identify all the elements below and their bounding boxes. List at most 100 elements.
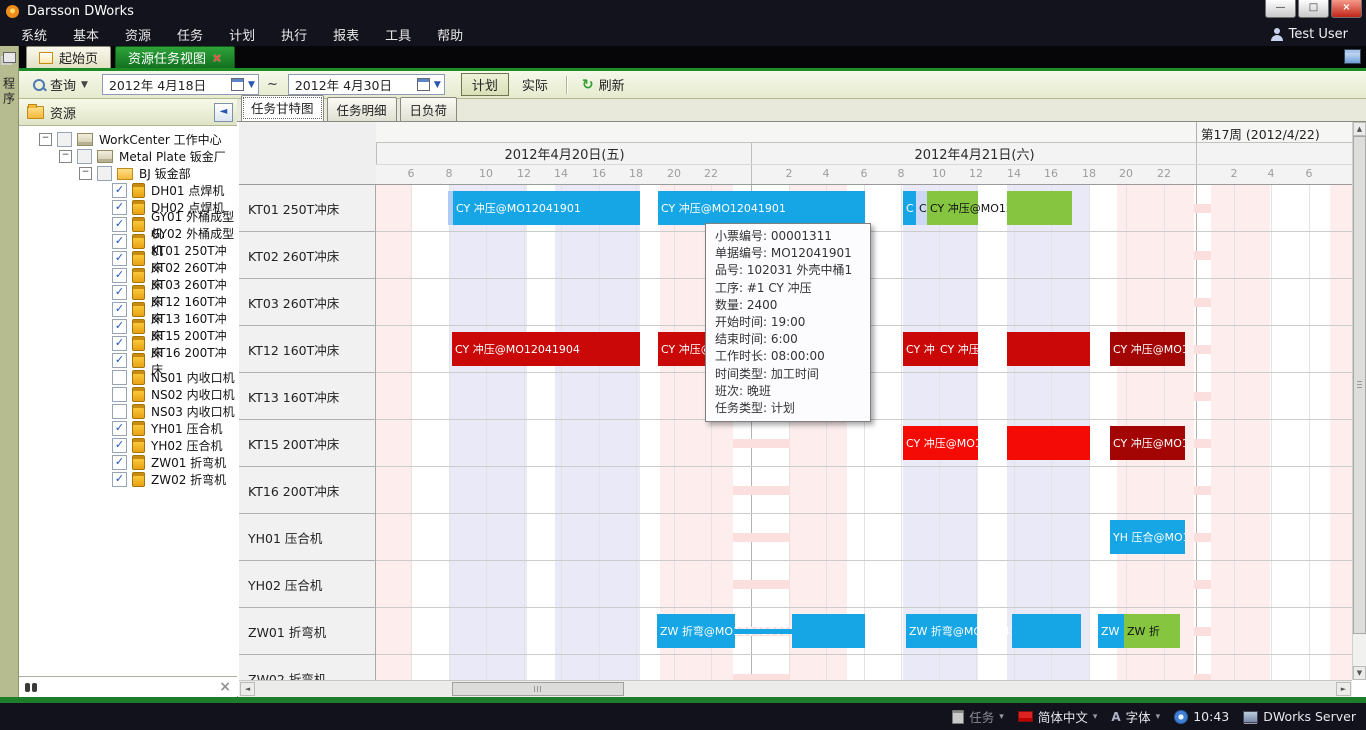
- tree-checkbox[interactable]: ✓: [112, 421, 127, 436]
- task-bar[interactable]: [1007, 332, 1090, 366]
- task-bar[interactable]: C: [903, 191, 916, 225]
- tab-start-page[interactable]: 起始页: [26, 46, 111, 68]
- vertical-scrollbar-thumb[interactable]: [1353, 136, 1366, 634]
- tree-item-kt16[interactable]: ✓KT16 200T冲床: [19, 352, 237, 369]
- task-bar[interactable]: [1007, 426, 1090, 460]
- tree-item-zw02[interactable]: ✓ZW02 折弯机: [19, 471, 237, 488]
- scroll-right-icon[interactable]: ►: [1336, 682, 1351, 696]
- task-bar[interactable]: CY 冲压@MO12041904: [452, 332, 640, 366]
- status-item-server[interactable]: DWorks Server: [1243, 709, 1356, 724]
- task-bar[interactable]: CY 冲: [903, 332, 937, 366]
- maximize-button[interactable]: □: [1298, 0, 1329, 18]
- scroll-left-icon[interactable]: ◄: [240, 682, 255, 696]
- tree-checkbox[interactable]: ✓: [112, 217, 127, 232]
- tree-checkbox[interactable]: [112, 404, 127, 419]
- task-bar-connector[interactable]: [735, 629, 792, 634]
- view-tab-load[interactable]: 日负荷: [400, 97, 458, 121]
- tree-item-yh02[interactable]: ✓YH02 压合机: [19, 437, 237, 454]
- scroll-down-icon[interactable]: ▼: [1353, 666, 1366, 680]
- task-bar[interactable]: C: [916, 191, 927, 225]
- tree-item-zw01[interactable]: ✓ZW01 折弯机: [19, 454, 237, 471]
- tree-checkbox[interactable]: [57, 132, 72, 147]
- tree-item-ns03[interactable]: NS03 内收口机: [19, 403, 237, 420]
- task-bar[interactable]: [1007, 191, 1072, 225]
- tree-checkbox[interactable]: ✓: [112, 455, 127, 470]
- menu-item-task[interactable]: 任务: [164, 25, 216, 44]
- task-bar[interactable]: ZW 折弯@MO12041901: [657, 614, 735, 648]
- tree-checkbox[interactable]: ✓: [112, 438, 127, 453]
- task-bar[interactable]: ZW: [1098, 614, 1124, 648]
- menu-item-help[interactable]: 帮助: [424, 25, 476, 44]
- task-bar[interactable]: CY 冲压@MO12041904: [937, 332, 978, 366]
- minimize-button[interactable]: —: [1265, 0, 1296, 18]
- tree-checkbox[interactable]: ✓: [112, 285, 127, 300]
- menu-item-system[interactable]: 系统: [8, 25, 60, 44]
- task-bar[interactable]: [792, 614, 865, 648]
- layout-icon[interactable]: [1344, 49, 1361, 64]
- status-item-task[interactable]: 任务▾: [952, 707, 1004, 726]
- find-binoculars-icon[interactable]: [25, 683, 30, 692]
- tree-checkbox[interactable]: ✓: [112, 200, 127, 215]
- tree-checkbox[interactable]: ✓: [112, 472, 127, 487]
- menu-item-report[interactable]: 报表: [320, 25, 372, 44]
- refresh-button[interactable]: ↻ 刷新: [575, 73, 632, 96]
- side-dock-strip[interactable]: 程序: [0, 46, 19, 697]
- close-tab-icon[interactable]: ×: [212, 51, 222, 65]
- view-tab-gantt[interactable]: 任务甘特图: [241, 95, 324, 121]
- task-bar[interactable]: YH 压合@MO1: [1110, 520, 1185, 554]
- tree-item-yh01[interactable]: ✓YH01 压合机: [19, 420, 237, 437]
- plan-toggle-button[interactable]: 计划: [461, 73, 509, 96]
- date-from-field[interactable]: 2012年 4月18日 ▼: [102, 74, 259, 95]
- menu-item-tools[interactable]: 工具: [372, 25, 424, 44]
- task-bar[interactable]: CY 冲压@MO1: [1110, 426, 1185, 460]
- status-item-font[interactable]: A字体▾: [1111, 707, 1160, 726]
- collapse-node-icon[interactable]: −: [59, 150, 72, 163]
- task-bar[interactable]: CY 冲压@MO12041901: [658, 191, 865, 225]
- tree-checkbox[interactable]: ✓: [112, 319, 127, 334]
- menu-item-plan[interactable]: 计划: [216, 25, 268, 44]
- task-bar[interactable]: CY 冲压@MO12041903: [903, 426, 978, 460]
- tree-checkbox[interactable]: [77, 149, 92, 164]
- tree-item-dh01[interactable]: ✓DH01 点焊机: [19, 182, 237, 199]
- task-bar[interactable]: CY 冲压@MO12041901: [453, 191, 640, 225]
- collapse-panel-button[interactable]: ◄: [214, 103, 233, 122]
- tree-checkbox[interactable]: ✓: [112, 268, 127, 283]
- tree-checkbox[interactable]: [112, 387, 127, 402]
- tree-item-ns01[interactable]: NS01 内收口机: [19, 369, 237, 386]
- user-area[interactable]: Test User: [1271, 27, 1366, 42]
- scroll-up-icon[interactable]: ▲: [1353, 122, 1366, 136]
- task-bar[interactable]: ZW 折: [1124, 614, 1180, 648]
- tree-checkbox[interactable]: ✓: [112, 183, 127, 198]
- date-to-field[interactable]: 2012年 4月30日 ▼: [288, 74, 445, 95]
- menu-item-execute[interactable]: 执行: [268, 25, 320, 44]
- menu-item-basic[interactable]: 基本: [60, 25, 112, 44]
- view-tab-detail[interactable]: 任务明细: [327, 97, 397, 121]
- actual-toggle-button[interactable]: 实际: [512, 74, 558, 95]
- task-bar[interactable]: CY 冲压@MO1: [1110, 332, 1185, 366]
- task-bar[interactable]: CY 冲压@MO12041902: [927, 191, 978, 225]
- tree-checkbox[interactable]: ✓: [112, 234, 127, 249]
- tree-checkbox[interactable]: ✓: [112, 251, 127, 266]
- tree-item-metal-plate[interactable]: −Metal Plate 钣金厂: [19, 148, 237, 165]
- tree-checkbox[interactable]: ✓: [112, 336, 127, 351]
- menu-item-resource[interactable]: 资源: [112, 25, 164, 44]
- status-item-language[interactable]: 简体中文▾: [1018, 707, 1098, 726]
- horizontal-scrollbar-thumb[interactable]: [452, 682, 624, 696]
- close-icon[interactable]: ×: [219, 679, 231, 695]
- tree-checkbox[interactable]: ✓: [112, 353, 127, 368]
- vertical-scrollbar[interactable]: ▲ ▼: [1352, 122, 1366, 680]
- status-item-clock[interactable]: 10:43: [1174, 709, 1229, 724]
- tree-item-workcenter[interactable]: −WorkCenter 工作中心: [19, 131, 237, 148]
- horizontal-scrollbar[interactable]: ◄ ►: [239, 680, 1352, 697]
- query-button[interactable]: 查询 ▼: [26, 73, 95, 96]
- collapse-node-icon[interactable]: −: [39, 133, 52, 146]
- tree-item-bj[interactable]: −BJ 钣金部: [19, 165, 237, 182]
- task-bar[interactable]: [1012, 614, 1081, 648]
- close-button[interactable]: ×: [1331, 0, 1362, 18]
- tab-resource-task-view[interactable]: 资源任务视图×: [115, 46, 235, 68]
- tree-checkbox[interactable]: [112, 370, 127, 385]
- task-bar[interactable]: ZW 折弯@MO12041901: [906, 614, 977, 648]
- tree-item-ns02[interactable]: NS02 内收口机: [19, 386, 237, 403]
- tree-checkbox[interactable]: [97, 166, 112, 181]
- collapse-node-icon[interactable]: −: [79, 167, 92, 180]
